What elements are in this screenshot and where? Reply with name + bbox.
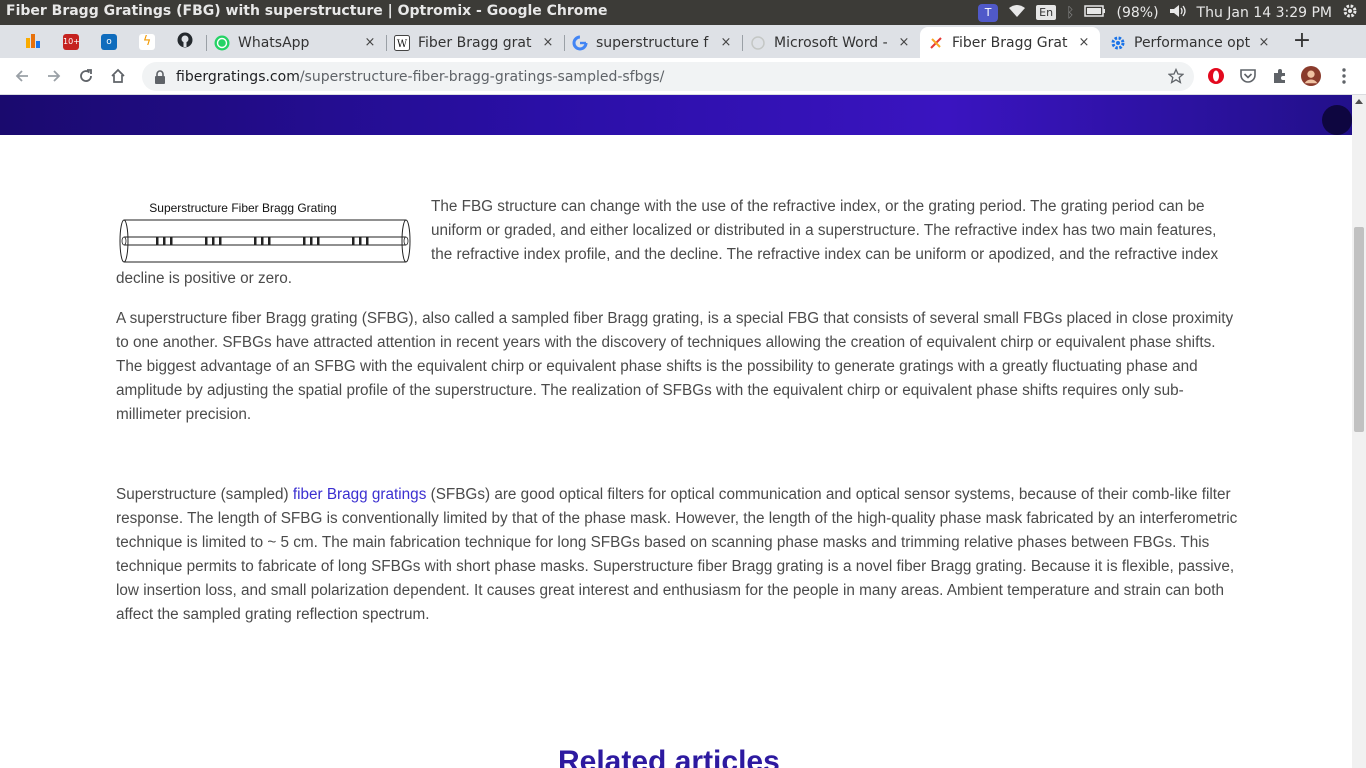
news-icon: 10+ — [63, 33, 80, 50]
tab-label: Performance opt — [1134, 34, 1251, 51]
outlook-icon: o — [101, 33, 117, 50]
close-icon[interactable]: × — [540, 35, 556, 50]
tab-google-search[interactable]: superstructure f × — [564, 27, 742, 58]
svg-text:W: W — [397, 39, 408, 50]
reload-button[interactable] — [74, 64, 98, 88]
tab-label: Microsoft Word - — [774, 34, 888, 51]
menu-kebab-icon[interactable] — [1334, 66, 1354, 86]
battery-percent: (98%) — [1116, 4, 1159, 21]
keyboard-layout-indicator[interactable]: En — [1036, 5, 1057, 20]
fiber-bragg-gratings-link[interactable]: fiber Bragg gratings — [293, 486, 427, 503]
google-icon — [572, 35, 588, 51]
related-articles-heading: Related articles — [558, 745, 780, 768]
window-title: Fiber Bragg Gratings (FBG) with superstr… — [6, 3, 608, 19]
github-icon — [177, 32, 193, 52]
arrow-right-icon — [48, 70, 61, 82]
pinned-tab-app[interactable]: ϟ — [130, 25, 164, 58]
opera-extension-icon[interactable] — [1206, 66, 1226, 86]
tab-label: WhatsApp — [238, 34, 310, 51]
hero-banner — [0, 95, 1352, 135]
lock-icon[interactable] — [154, 69, 166, 84]
os-top-bar: Fiber Bragg Gratings (FBG) with superstr… — [0, 0, 1366, 25]
new-tab-button[interactable]: + — [1288, 27, 1316, 55]
wifi-icon[interactable] — [1008, 4, 1026, 22]
url-path: /superstructure-fiber-bragg-gratings-sam… — [299, 68, 665, 85]
paragraph-sfbg-filters: Superstructure (sampled) fiber Bragg gra… — [116, 483, 1238, 627]
paragraph-fbg-structure: The FBG structure can change with the us… — [116, 195, 1238, 291]
home-icon — [111, 68, 125, 83]
battery-icon[interactable] — [1084, 4, 1106, 21]
lightning-icon: ϟ — [139, 33, 155, 50]
address-bar[interactable]: fibergratings.com/superstructure-fiber-b… — [142, 62, 1194, 91]
bookmark-star-icon[interactable] — [1167, 67, 1185, 88]
paragraph-text-end: (SFBGs) are good optical filters for opt… — [116, 486, 1238, 623]
paragraph-text-start: Superstructure (sampled) — [116, 486, 293, 503]
close-icon[interactable]: × — [1256, 35, 1272, 50]
tab-wikipedia[interactable]: W Fiber Bragg grat × — [386, 27, 564, 58]
url-host: fibergratings.com — [176, 68, 300, 85]
profile-avatar[interactable] — [1301, 66, 1321, 86]
tab-performance[interactable]: Performance opt × — [1102, 27, 1280, 58]
close-icon[interactable]: × — [1076, 35, 1092, 50]
tab-fiber-bragg-active[interactable]: Fiber Bragg Grat × — [920, 27, 1100, 58]
tab-microsoft-word[interactable]: Microsoft Word - × — [742, 27, 920, 58]
arrow-left-icon — [15, 70, 28, 82]
bar-chart-icon — [25, 32, 41, 52]
pinned-tab-github[interactable] — [168, 25, 202, 58]
tab-label: superstructure f — [596, 34, 709, 51]
scrollbar-thumb[interactable] — [1354, 227, 1364, 432]
back-button[interactable] — [10, 64, 34, 88]
tab-whatsapp[interactable]: WhatsApp × — [206, 27, 386, 58]
pinned-tab-news[interactable]: 10+ — [54, 25, 88, 58]
teams-icon[interactable]: T — [978, 3, 999, 22]
forward-button[interactable] — [42, 64, 66, 88]
page-viewport: Superstructure Fiber Bragg Grating The F… — [0, 95, 1352, 768]
tab-strip: 10+ o ϟ WhatsApp × W Fiber Bragg grat × … — [0, 25, 1366, 58]
page-scrollbar[interactable] — [1352, 95, 1366, 768]
gear-icon — [1110, 35, 1126, 51]
bluetooth-icon[interactable]: ᛒ — [1066, 5, 1074, 21]
tab-label: Fiber Bragg grat — [418, 34, 532, 51]
settings-gear-icon[interactable] — [1342, 3, 1358, 23]
close-icon[interactable]: × — [362, 35, 378, 50]
paragraph-sfbg-definition: A superstructure fiber Bragg grating (SF… — [116, 310, 1234, 423]
pinned-tab-outlook[interactable]: o — [92, 25, 126, 58]
reload-icon — [80, 69, 92, 82]
figure-float-spacer — [116, 195, 431, 267]
pinned-tab-analytics[interactable] — [16, 25, 50, 58]
scroll-up-arrow-icon[interactable] — [1355, 99, 1363, 104]
system-tray: T En ᛒ (98%) Thu Jan 14 3:29 PM — [978, 0, 1358, 25]
close-icon[interactable]: × — [896, 35, 912, 50]
clock[interactable]: Thu Jan 14 3:29 PM — [1197, 5, 1332, 21]
extensions-puzzle-icon[interactable] — [1270, 66, 1290, 86]
loading-icon — [750, 35, 766, 51]
volume-icon[interactable] — [1169, 4, 1187, 22]
optromix-icon — [928, 35, 944, 51]
pocket-icon[interactable] — [1238, 66, 1258, 86]
close-icon[interactable]: × — [718, 35, 734, 50]
home-button[interactable] — [106, 64, 130, 88]
tab-label: Fiber Bragg Grat — [952, 34, 1068, 51]
whatsapp-icon — [214, 35, 230, 51]
browser-toolbar: fibergratings.com/superstructure-fiber-b… — [0, 58, 1366, 95]
wikipedia-icon: W — [394, 34, 410, 51]
